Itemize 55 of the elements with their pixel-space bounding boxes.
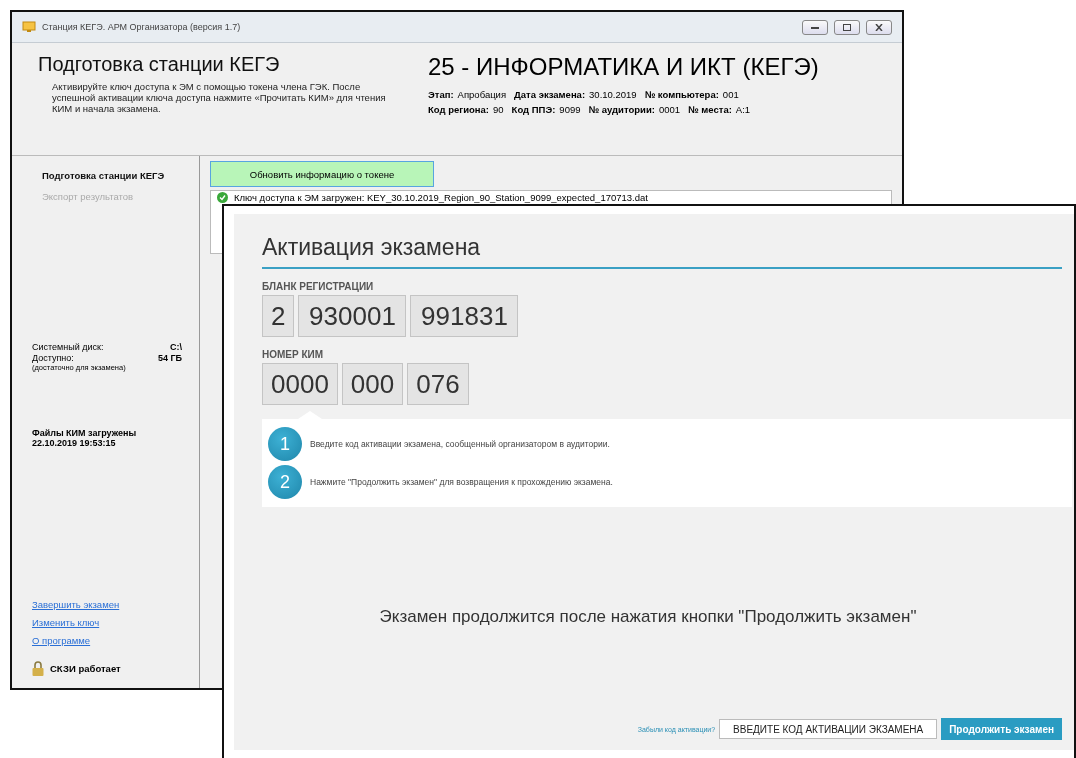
- maximize-icon: [843, 23, 851, 31]
- refresh-token-button[interactable]: Обновить информацию о токене: [210, 161, 434, 187]
- code-box: 930001: [298, 295, 407, 337]
- info-label: № компьютера:: [644, 89, 719, 100]
- disk-label: Системный диск:: [32, 342, 105, 352]
- info-label: № аудитории:: [588, 104, 655, 115]
- code-box: 2: [262, 295, 295, 337]
- info-value: 30.10.2019: [589, 89, 637, 100]
- subject-title: 25 - ИНФОРМАТИКА И ИКТ (КЕГЭ): [428, 53, 819, 81]
- code-box: 0000: [262, 363, 338, 405]
- files-status: Файлы КИМ загружены: [32, 428, 138, 438]
- info-value: 0001: [658, 104, 681, 115]
- info-value: 90: [493, 104, 504, 115]
- instructions-text: Активируйте ключ доступа к ЭМ с помощью токена члена ГЭК. После успешной активации ключа доступа нажмите «Прочитать КИМ» для чтения КИМ и начала экзамена.: [51, 82, 387, 115]
- field-label: НОМЕР КИМ: [262, 349, 325, 360]
- continue-button[interactable]: Продолжить экзамен: [941, 718, 1062, 740]
- maximize-button[interactable]: [834, 19, 860, 35]
- sidebar-link[interactable]: Изменить ключ: [32, 617, 100, 628]
- log-entry: Ключ доступа к ЭМ загружен: KEY_30.10.2019_Region_90_Station_9099_expected_170713.dat: [234, 192, 648, 203]
- info-value: А:1: [735, 104, 751, 115]
- activation-code-field[interactable]: ВВЕДИТЕ КОД АКТИВАЦИИ ЭКЗАМЕНА: [719, 719, 938, 739]
- code-box: 991831: [410, 295, 519, 337]
- step-number: 1: [268, 427, 302, 461]
- info-label: № места:: [688, 104, 732, 115]
- info-label: Этап:: [428, 89, 454, 100]
- files-status: 22.10.2019 19:53:15: [32, 438, 117, 448]
- step-text: Введите код активации экзамена, сообщенный организатором в аудитории.: [310, 439, 610, 449]
- info-value: 001: [722, 89, 739, 100]
- code-box: 000: [341, 363, 404, 405]
- sidebar-item[interactable]: Подготовка станции КЕГЭ: [32, 170, 189, 181]
- sidebar-link[interactable]: Завершить экзамен: [32, 599, 120, 610]
- page-title: Подготовка станции КЕГЭ: [38, 53, 281, 76]
- info-message: Экзамен продолжится после нажатия кнопки "Продолжить экзамен": [379, 607, 917, 627]
- sidebar-link[interactable]: О программе: [32, 635, 91, 646]
- monitor-icon: [22, 21, 36, 33]
- disk-value: C:\: [169, 342, 182, 352]
- field-label: БЛАНК РЕГИСТРАЦИИ: [262, 281, 375, 292]
- step-text: Нажмите "Продолжить экзамен" для возвращения к прохождению экзамена.: [310, 477, 613, 487]
- info-label: Код ППЭ:: [511, 104, 556, 115]
- close-button[interactable]: [866, 19, 892, 35]
- info-label: Дата экзамена:: [514, 89, 586, 100]
- window-title: Активация экзамена: [262, 234, 1062, 269]
- status-text: СКЗИ работает: [50, 663, 121, 674]
- window-title: Станция КЕГЭ. АРМ Организатора (версия 1.7): [42, 22, 242, 32]
- padlock-icon: [32, 661, 44, 676]
- disk-label: Доступно:: [32, 353, 75, 363]
- info-value: Апробация: [457, 89, 507, 100]
- info-value: 9099: [559, 104, 581, 115]
- minimize-button[interactable]: [802, 19, 828, 35]
- info-label: Код региона:: [428, 104, 490, 115]
- step-number: 2: [268, 465, 302, 499]
- disk-value: 54 ГБ: [156, 353, 182, 363]
- close-icon: [875, 23, 883, 31]
- code-box: 076: [407, 363, 469, 405]
- minimize-icon: [811, 25, 819, 29]
